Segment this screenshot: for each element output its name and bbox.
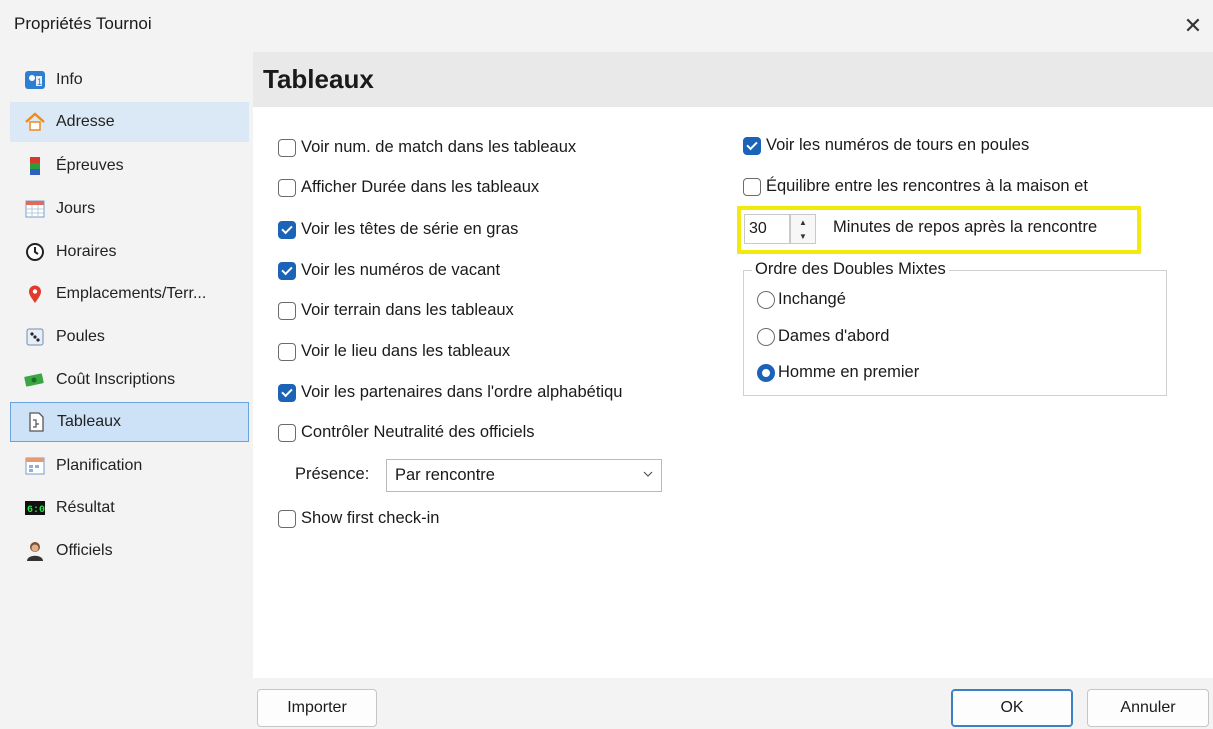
radio-dames-abord[interactable]: Dames d'abord — [757, 327, 889, 346]
checkbox[interactable] — [278, 220, 296, 239]
checkbox[interactable] — [278, 342, 296, 361]
sidebar-item-label: Résultat — [56, 499, 115, 516]
rest-minutes-label: Minutes de repos après la rencontre — [833, 218, 1098, 236]
chevron-down-icon — [643, 471, 653, 477]
presence-label: Présence: — [295, 465, 370, 483]
option-pool-round-numbers[interactable]: Voir les numéros de tours en poules — [743, 136, 1029, 155]
option-show-venue[interactable]: Voir le lieu dans les tableaux — [278, 342, 510, 361]
scoreboard-icon: 6:0 — [24, 497, 46, 519]
checkbox[interactable] — [278, 178, 296, 197]
cancel-button[interactable]: Annuler — [1087, 689, 1209, 727]
sidebar-item-label: Coût Inscriptions — [56, 371, 176, 388]
official-icon — [24, 540, 46, 562]
panel-header: Tableaux — [253, 52, 1213, 107]
rest-minutes-stepper[interactable]: ▲ ▼ — [790, 214, 816, 244]
checkbox[interactable] — [278, 301, 296, 320]
spin-down-icon[interactable]: ▼ — [791, 229, 815, 243]
info-icon: 1 — [24, 69, 46, 91]
option-show-duration[interactable]: Afficher Durée dans les tableaux — [278, 178, 539, 197]
radio-button[interactable] — [757, 327, 775, 346]
title-bar: Propriétés Tournoi ✕ — [0, 0, 1213, 52]
sidebar-item-horaires[interactable]: Horaires — [10, 232, 249, 272]
option-show-court[interactable]: Voir terrain dans les tableaux — [278, 301, 514, 320]
option-match-number[interactable]: Voir num. de match dans les tableaux — [278, 138, 576, 157]
sidebar-item-resultat[interactable]: 6:0 Résultat — [10, 488, 249, 528]
sidebar: 1 Info Adresse Épreuves Jours Horaires E… — [10, 58, 253, 698]
option-seeds-bold[interactable]: Voir les têtes de série en gras — [278, 220, 518, 239]
dice-icon — [24, 326, 46, 348]
sidebar-item-label: Emplacements/Terr... — [56, 285, 207, 302]
sidebar-item-adresse[interactable]: Adresse — [10, 102, 249, 142]
spin-up-icon[interactable]: ▲ — [791, 215, 815, 229]
sidebar-item-label: Planification — [56, 457, 143, 474]
option-vacant-numbers[interactable]: Voir les numéros de vacant — [278, 261, 500, 280]
schedule-icon — [24, 455, 46, 477]
calendar-icon — [24, 198, 46, 220]
checkbox[interactable] — [278, 509, 296, 528]
clock-icon — [24, 241, 46, 263]
checkbox[interactable] — [743, 177, 761, 196]
mixed-doubles-group-label: Ordre des Doubles Mixtes — [752, 260, 949, 279]
sidebar-item-poules[interactable]: Poules — [10, 317, 249, 357]
close-button[interactable]: ✕ — [1173, 8, 1213, 44]
ok-button[interactable]: OK — [951, 689, 1073, 727]
import-button[interactable]: Importer — [257, 689, 377, 727]
page-title: Tableaux — [263, 64, 374, 94]
location-pin-icon — [24, 283, 46, 305]
home-icon — [24, 111, 46, 133]
window-title: Propriétés Tournoi — [14, 14, 152, 33]
money-icon — [24, 369, 46, 391]
sidebar-item-tableaux[interactable]: Tableaux — [10, 402, 249, 442]
sidebar-item-jours[interactable]: Jours — [10, 189, 249, 229]
option-partners-alphabetical[interactable]: Voir les partenaires dans l'ordre alphab… — [278, 383, 622, 402]
sidebar-item-label: Horaires — [56, 243, 117, 260]
close-icon: ✕ — [1183, 13, 1203, 38]
checkbox[interactable] — [278, 261, 296, 280]
checkbox[interactable] — [278, 138, 296, 157]
sidebar-item-label: Épreuves — [56, 157, 124, 174]
svg-text:1: 1 — [37, 77, 42, 87]
option-home-away-balance[interactable]: Équilibre entre les rencontres à la mais… — [743, 177, 1088, 196]
sidebar-item-officiels[interactable]: Officiels — [10, 531, 249, 571]
checkbox[interactable] — [278, 423, 296, 442]
presence-select[interactable]: Par rencontre — [386, 459, 662, 492]
sidebar-item-label: Tableaux — [57, 413, 122, 430]
sidebar-item-label: Info — [56, 71, 83, 88]
events-icon — [24, 155, 46, 177]
sidebar-item-epreuves[interactable]: Épreuves — [10, 146, 249, 186]
sidebar-item-label: Poules — [56, 328, 105, 345]
option-show-first-checkin[interactable]: Show first check-in — [278, 509, 439, 528]
radio-button[interactable] — [757, 363, 775, 382]
svg-text:6:0: 6:0 — [27, 505, 45, 516]
sidebar-item-emplacements[interactable]: Emplacements/Terr... — [10, 274, 249, 314]
sidebar-item-planification[interactable]: Planification — [10, 446, 249, 486]
sidebar-item-cout-inscriptions[interactable]: Coût Inscriptions — [10, 360, 249, 400]
rest-minutes-input[interactable]: 30 — [744, 214, 790, 244]
sidebar-item-label: Adresse — [56, 113, 115, 130]
checkbox[interactable] — [278, 383, 296, 402]
sidebar-item-label: Officiels — [56, 542, 113, 559]
sidebar-item-label: Jours — [56, 200, 96, 217]
option-officials-neutrality[interactable]: Contrôler Neutralité des officiels — [278, 423, 535, 442]
radio-inchange[interactable]: Inchangé — [757, 290, 846, 309]
radio-homme-premier[interactable]: Homme en premier — [757, 363, 919, 382]
sidebar-item-info[interactable]: 1 Info — [10, 60, 249, 100]
radio-button[interactable] — [757, 290, 775, 309]
checkbox[interactable] — [743, 136, 761, 155]
document-icon — [25, 411, 47, 433]
